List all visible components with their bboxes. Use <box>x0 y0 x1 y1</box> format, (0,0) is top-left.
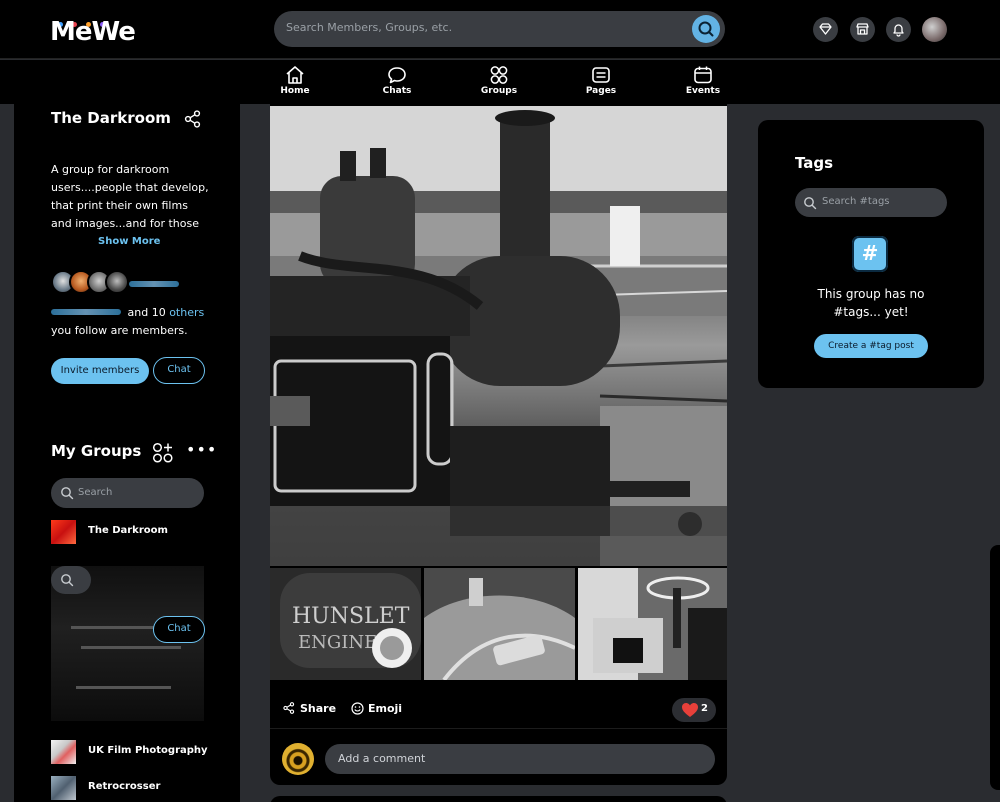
tags-panel: Tags Search #tags # This group has no #t… <box>758 120 984 388</box>
rail-shape <box>81 646 181 649</box>
right-edge-card <box>990 545 1000 790</box>
my-groups-search-bar[interactable]: Search <box>51 478 204 508</box>
group-name: Retrocrosser <box>88 781 161 792</box>
logo-wordmark: MeWe <box>50 17 136 47</box>
reaction-count: 2 <box>701 703 708 714</box>
main-nav: Home Chats Groups Pages Events <box>0 60 1000 104</box>
nav-chats[interactable]: Chats <box>367 65 427 96</box>
group-description: A group for darkroom users....people tha… <box>51 163 209 230</box>
nav-pages-label: Pages <box>585 86 617 96</box>
comment-row: Add a comment <box>270 728 727 785</box>
post-photo-thumb[interactable] <box>424 568 575 680</box>
comment-input-field[interactable]: Add a comment <box>325 744 715 774</box>
share-post-button[interactable]: Share <box>283 702 337 715</box>
home-icon <box>286 66 304 84</box>
next-post-card <box>270 796 727 802</box>
invite-members-button[interactable]: Invite members <box>51 358 149 384</box>
global-search-bar[interactable]: Search Members, Groups, etc. <box>274 11 725 47</box>
post-card: HUNSLET ENGINE Share Emoji 2 Add a comme… <box>270 104 727 785</box>
more-options-icon[interactable]: ••• <box>186 440 217 459</box>
bell-icon <box>893 24 904 37</box>
group-title: The Darkroom <box>51 109 171 127</box>
share-icon <box>184 110 201 128</box>
members-count-text: and 10 <box>127 306 166 319</box>
search-icon <box>61 574 74 587</box>
group-thumbnail <box>51 740 76 764</box>
group-thumbnail <box>51 520 76 544</box>
tags-title: Tags <box>795 154 834 172</box>
members-follow-text: and 10 others you follow are members. <box>51 304 241 340</box>
hashtag-icon: # <box>852 236 888 272</box>
post-photo-thumb[interactable]: HUNSLET ENGINE <box>270 568 421 680</box>
left-sidebar: The Darkroom A group for darkroom users.… <box>14 104 240 802</box>
nav-home-label: Home <box>280 86 310 96</box>
global-search-input[interactable]: Search Members, Groups, etc. <box>286 21 452 34</box>
member-avatar[interactable] <box>105 270 129 294</box>
svg-text:ENGINE: ENGINE <box>298 632 377 653</box>
top-bar: MeWe Search Members, Groups, etc. <box>0 0 1000 59</box>
nav-pages[interactable]: Pages <box>571 65 631 96</box>
members-follow-suffix: you follow are members. <box>51 324 188 337</box>
share-post-label: Share <box>300 702 337 715</box>
search-icon <box>804 197 817 210</box>
tags-empty-message: This group has no #tags... yet! <box>817 287 925 319</box>
show-more-link[interactable]: Show More <box>98 236 160 247</box>
svg-text:HUNSLET: HUNSLET <box>292 604 410 629</box>
store-icon <box>856 23 869 35</box>
rail-shape <box>76 686 171 689</box>
nav-events[interactable]: Events <box>673 65 733 96</box>
chat-bubble-icon <box>388 67 406 84</box>
nav-groups-label: Groups <box>480 86 518 96</box>
post-photo-main[interactable] <box>270 106 727 566</box>
nav-home[interactable]: Home <box>265 65 325 96</box>
reaction-count-badge[interactable]: 2 <box>672 698 716 722</box>
share-group-button[interactable] <box>184 110 202 132</box>
post-photo-thumb[interactable] <box>578 568 727 680</box>
tags-search-bar[interactable]: Search #tags <box>795 188 947 217</box>
notifications-button[interactable] <box>886 17 911 42</box>
locomotive-photo <box>270 106 727 566</box>
comment-input-placeholder: Add a comment <box>338 752 426 765</box>
my-groups-title: My Groups <box>51 442 142 460</box>
blurred-member-name <box>129 281 179 287</box>
pages-icon <box>592 67 610 83</box>
group-thumbnail <box>51 776 76 800</box>
nav-events-label: Events <box>685 86 721 96</box>
overlay-search-button[interactable] <box>51 566 91 594</box>
search-icon <box>698 21 714 37</box>
heart-icon <box>682 703 698 717</box>
hunslet-photo: HUNSLET ENGINE <box>270 568 421 680</box>
commenter-avatar[interactable] <box>282 743 314 775</box>
search-button[interactable] <box>692 15 720 43</box>
overlay-chat-button[interactable]: Chat <box>153 616 205 643</box>
diamond-icon <box>819 23 832 35</box>
premium-button[interactable] <box>813 17 838 42</box>
create-tag-post-button[interactable]: Create a #tag post <box>814 334 928 358</box>
store-button[interactable] <box>850 17 875 42</box>
group-name: The Darkroom <box>88 525 168 536</box>
mewe-logo[interactable]: MeWe <box>50 12 136 48</box>
post-action-bar: Share Emoji 2 <box>270 692 727 728</box>
add-group-icon <box>152 442 173 463</box>
tags-search-input[interactable]: Search #tags <box>822 196 890 207</box>
nav-chats-label: Chats <box>382 86 412 96</box>
profile-avatar[interactable] <box>922 17 947 42</box>
group-chat-button[interactable]: Chat <box>153 357 205 384</box>
search-icon <box>61 487 74 500</box>
share-icon <box>283 702 295 714</box>
engine-cab-photo <box>578 568 727 680</box>
emoji-label: Emoji <box>368 702 403 715</box>
nav-groups[interactable]: Groups <box>469 65 529 96</box>
members-others-link[interactable]: others <box>169 306 204 319</box>
create-group-button[interactable] <box>152 442 174 468</box>
emoji-icon <box>351 702 364 715</box>
calendar-icon <box>694 66 712 84</box>
emoji-button[interactable]: Emoji <box>351 702 403 715</box>
group-name: UK Film Photography <box>88 745 208 756</box>
mack-truck-photo <box>424 568 575 680</box>
groups-icon <box>490 66 508 84</box>
my-groups-search-input[interactable]: Search <box>78 487 112 498</box>
